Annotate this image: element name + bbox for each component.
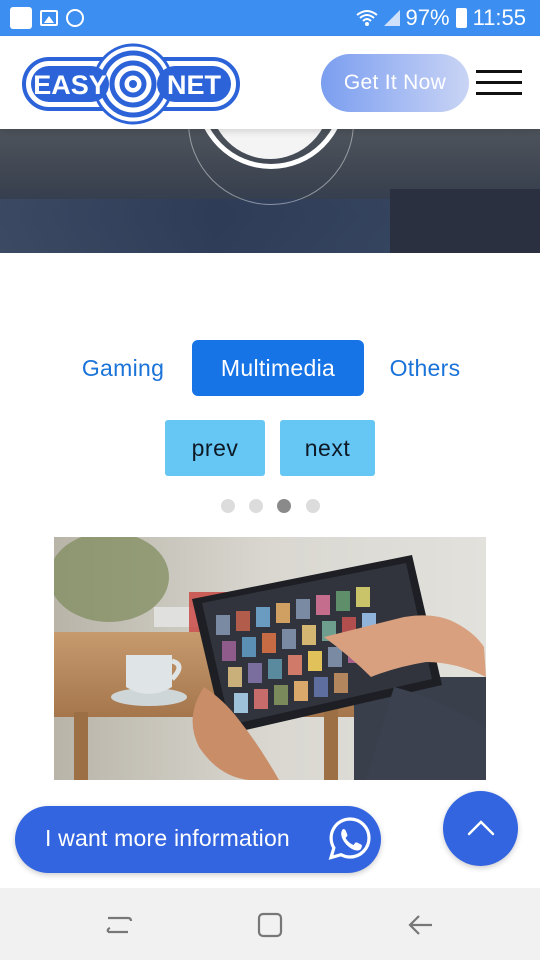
status-bar: 97% 11:55 <box>0 0 540 36</box>
gallery-icon <box>40 10 58 26</box>
carousel-dot-3[interactable] <box>277 499 291 513</box>
battery-icon <box>455 8 467 28</box>
logo-text-easy: EASY <box>33 70 107 100</box>
whatsapp-icon <box>66 9 84 27</box>
hamburger-icon[interactable] <box>476 70 522 96</box>
carousel-dot-4[interactable] <box>306 499 320 513</box>
wifi-icon <box>355 10 378 26</box>
home-button[interactable] <box>255 910 285 940</box>
site-header: EASY NET Get It Now <box>0 36 540 129</box>
tab-gaming[interactable]: Gaming <box>62 340 184 396</box>
recent-apps-button[interactable] <box>104 910 134 940</box>
banner-label: I want more information <box>45 825 290 851</box>
system-navigation-bar <box>0 888 540 960</box>
next-button[interactable]: next <box>280 420 375 476</box>
whatsapp-icon <box>328 817 371 860</box>
multimedia-tablet-photo <box>54 537 486 780</box>
carousel-dot-2[interactable] <box>249 499 263 513</box>
chevron-up-icon <box>467 820 495 836</box>
easynet-logo[interactable]: EASY NET <box>22 41 240 125</box>
back-button[interactable] <box>406 910 436 940</box>
get-it-now-button[interactable]: Get It Now <box>321 54 469 112</box>
system-icons: 97% 11:55 <box>355 5 526 31</box>
prev-button[interactable]: prev <box>165 420 265 476</box>
home-square-icon <box>257 912 283 938</box>
carousel-dot-1[interactable] <box>221 499 235 513</box>
whatsapp-info-banner[interactable]: I want more information <box>15 806 381 873</box>
battery-percent: 97% <box>405 5 450 30</box>
tab-others[interactable]: Others <box>372 340 478 396</box>
clock: 11:55 <box>472 5 526 30</box>
scroll-to-top-button[interactable] <box>443 791 518 866</box>
recent-apps-icon <box>106 916 133 934</box>
back-arrow-icon <box>408 915 432 935</box>
tab-multimedia[interactable]: Multimedia <box>192 340 364 396</box>
app-square-icon <box>10 7 32 29</box>
logo-text-net: NET <box>167 70 222 100</box>
signal-icon <box>383 10 400 26</box>
notification-icons <box>10 7 84 29</box>
hero-image <box>0 129 540 253</box>
